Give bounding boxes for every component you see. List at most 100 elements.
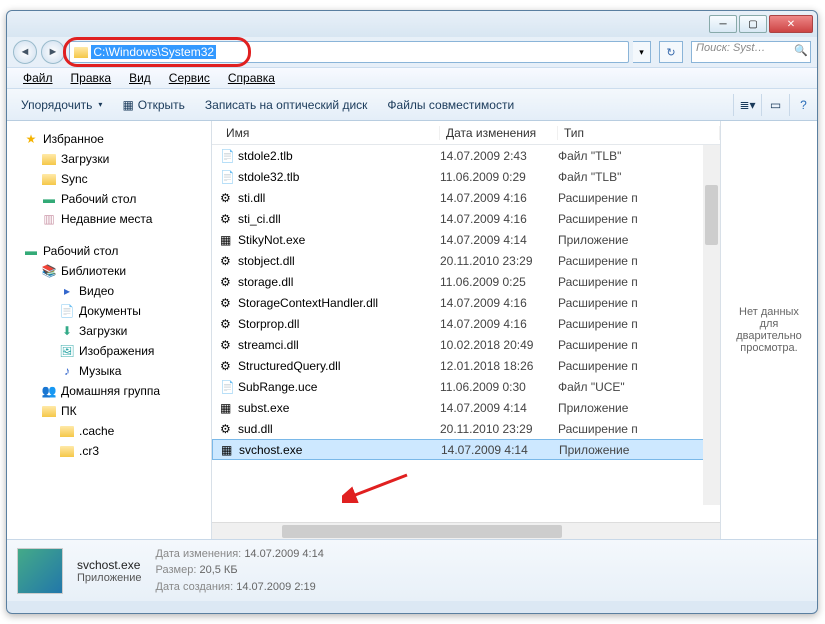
menu-file[interactable]: Файл [15,69,61,87]
toolbar: Упорядочить ▦ Открыть Записать на оптиче… [7,89,817,121]
file-row[interactable]: ⚙storage.dll11.06.2009 0:25Расширение п [212,271,720,292]
file-row[interactable]: ▦StikyNot.exe14.07.2009 4:14Приложение [212,229,720,250]
tree-video[interactable]: ▸Видео [7,281,211,301]
file-icon: ⚙ [212,422,238,436]
file-row[interactable]: ⚙sti.dll14.07.2009 4:16Расширение п [212,187,720,208]
tree-desktop-fav[interactable]: ▬Рабочий стол [7,189,211,209]
help-icon[interactable]: ? [789,94,811,116]
file-row[interactable]: ▦subst.exe14.07.2009 4:14Приложение [212,397,720,418]
preview-pane-icon[interactable]: ▭ [761,94,783,116]
menu-help[interactable]: Справка [220,69,283,87]
file-row[interactable]: ⚙sud.dll20.11.2010 23:29Расширение п [212,418,720,439]
file-row[interactable]: ⚙streamci.dll10.02.2018 20:49Расширение … [212,334,720,355]
tree-cr3[interactable]: .cr3 [7,441,211,461]
col-name[interactable]: Имя [212,126,440,140]
compat-button[interactable]: Файлы совместимости [379,94,522,116]
file-name: sti.dll [238,191,440,205]
body: ★Избранное Загрузки Sync ▬Рабочий стол ▥… [7,121,817,539]
file-type: Расширение п [558,422,720,436]
file-date: 14.07.2009 4:16 [440,296,558,310]
file-icon: ⚙ [212,191,238,205]
refresh-button[interactable]: ↻ [659,41,683,63]
file-row[interactable]: ▦svchost.exe14.07.2009 4:14Приложение [212,439,720,460]
file-type: Расширение п [558,317,720,331]
file-row[interactable]: 📄stdole2.tlb14.07.2009 2:43Файл "TLB" [212,145,720,166]
details-pane: svchost.exe Приложение Дата изменения: 1… [7,539,817,601]
tree-sync[interactable]: Sync [7,169,211,189]
burn-button[interactable]: Записать на оптический диск [197,94,376,116]
file-name: streamci.dll [238,338,440,352]
details-meta: svchost.exe Приложение [77,558,142,584]
close-button[interactable]: ✕ [769,15,813,33]
file-name: storage.dll [238,275,440,289]
menu-tools[interactable]: Сервис [161,69,218,87]
search-input[interactable]: Поиск: Syst… [691,41,811,63]
menu-view[interactable]: Вид [121,69,159,87]
file-date: 14.07.2009 4:16 [440,191,558,205]
view-icon[interactable]: ≣▾ [733,94,755,116]
file-date: 11.06.2009 0:25 [440,275,558,289]
file-type: Расширение п [558,212,720,226]
minimize-button[interactable]: ─ [709,15,737,33]
address-dropdown[interactable]: ▾ [633,41,651,63]
horizontal-scrollbar[interactable] [212,522,720,539]
file-area: Имя Дата изменения Тип 📄stdole2.tlb14.07… [212,121,721,539]
address-bar[interactable]: C:\Windows\System32 [69,41,629,63]
tree-recent[interactable]: ▥Недавние места [7,209,211,229]
file-thumbnail [17,548,63,594]
file-row[interactable]: ⚙StructuredQuery.dll12.01.2018 18:26Расш… [212,355,720,376]
forward-button[interactable]: ► [41,40,65,64]
details-filetype: Приложение [77,572,142,584]
tree-downloads2[interactable]: ⬇Загрузки [7,321,211,341]
maximize-button[interactable]: ▢ [739,15,767,33]
tree-homegroup[interactable]: 👥Домашняя группа [7,381,211,401]
tree-downloads[interactable]: Загрузки [7,149,211,169]
address-path: C:\Windows\System32 [91,45,216,59]
file-icon: ▦ [212,233,238,247]
file-icon: ⚙ [212,296,238,310]
file-row[interactable]: ⚙sti_ci.dll14.07.2009 4:16Расширение п [212,208,720,229]
menu-edit[interactable]: Правка [63,69,120,87]
nav-row: ◄ ► C:\Windows\System32 ▾ ↻ Поиск: Syst… [7,37,817,67]
tree-pc[interactable]: ПК [7,401,211,421]
col-type[interactable]: Тип [558,126,720,140]
file-name: StructuredQuery.dll [238,359,440,373]
file-name: StikyNot.exe [238,233,440,247]
tree-cache[interactable]: .cache [7,421,211,441]
tree-documents[interactable]: 📄Документы [7,301,211,321]
back-button[interactable]: ◄ [13,40,37,64]
tree-desktop[interactable]: ▬Рабочий стол [7,241,211,261]
details-props: Дата изменения: 14.07.2009 4:14 Размер: … [156,546,324,596]
file-date: 10.02.2018 20:49 [440,338,558,352]
file-type: Файл "UCE" [558,380,720,394]
col-date[interactable]: Дата изменения [440,126,558,140]
file-row[interactable]: 📄SubRange.uce11.06.2009 0:30Файл "UCE" [212,376,720,397]
file-row[interactable]: ⚙stobject.dll20.11.2010 23:29Расширение … [212,250,720,271]
file-type: Файл "TLB" [558,170,720,184]
file-name: sti_ci.dll [238,212,440,226]
open-button[interactable]: ▦ Открыть [114,94,192,116]
tree-music[interactable]: ♪Музыка [7,361,211,381]
file-name: Storprop.dll [238,317,440,331]
file-date: 14.07.2009 4:16 [440,317,558,331]
folder-icon [74,47,88,58]
tree-pictures[interactable]: 🖼Изображения [7,341,211,361]
file-date: 14.07.2009 4:14 [440,233,558,247]
file-name: svchost.exe [239,443,441,457]
file-name: StorageContextHandler.dll [238,296,440,310]
file-type: Приложение [558,401,720,415]
file-name: stdole2.tlb [238,149,440,163]
file-icon: ▦ [213,443,239,457]
tree-libraries[interactable]: 📚Библиотеки [7,261,211,281]
details-filename: svchost.exe [77,558,142,572]
vertical-scrollbar[interactable] [703,145,720,505]
preview-pane: Нет данных для дварительно просмотра. [721,121,817,539]
file-type: Расширение п [558,296,720,310]
file-row[interactable]: ⚙StorageContextHandler.dll14.07.2009 4:1… [212,292,720,313]
file-row[interactable]: 📄stdole32.tlb11.06.2009 0:29Файл "TLB" [212,166,720,187]
organize-button[interactable]: Упорядочить [13,94,110,116]
file-row[interactable]: ⚙Storprop.dll14.07.2009 4:16Расширение п [212,313,720,334]
tree-favorites[interactable]: ★Избранное [7,129,211,149]
file-date: 20.11.2010 23:29 [440,254,558,268]
file-date: 14.07.2009 4:14 [440,401,558,415]
